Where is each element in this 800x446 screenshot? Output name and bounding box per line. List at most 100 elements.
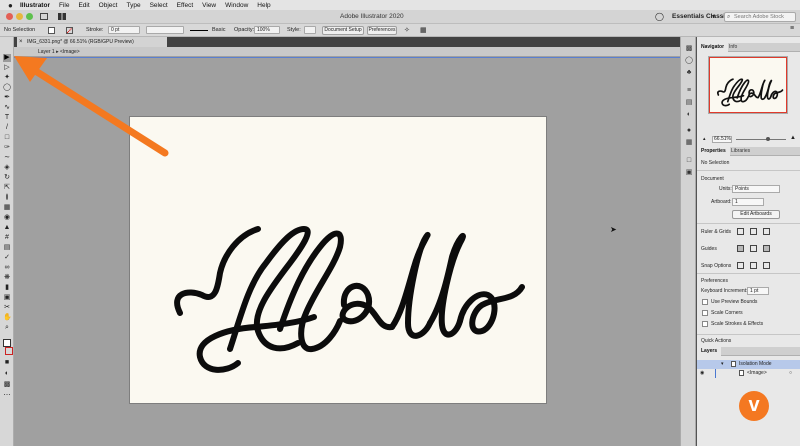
zoom-slider-thumb[interactable] xyxy=(766,137,770,141)
style-swatch[interactable] xyxy=(304,26,316,34)
edit-toolbar-icon[interactable]: ⋯ xyxy=(3,392,11,400)
document-tab[interactable]: × IMG_6331.png* @ 66.51% (RGB/GPU Previe… xyxy=(17,37,167,47)
tab-info[interactable]: Info xyxy=(725,43,741,52)
show-guides-icon[interactable] xyxy=(737,245,744,252)
stock-search-input[interactable]: ⌕ Search Adobe Stock xyxy=(724,12,796,22)
chevron-down-icon[interactable]: ▾ xyxy=(712,13,715,20)
layer-name[interactable]: <Image> xyxy=(747,369,767,378)
menu-select[interactable]: Select xyxy=(150,2,168,9)
paintbrush-tool-icon[interactable]: ✑ xyxy=(3,144,11,152)
scale-tool-icon[interactable]: ⇱ xyxy=(3,184,11,192)
layer-row[interactable]: ▾ Isolation Mode xyxy=(697,360,800,369)
symbols-panel-icon[interactable]: ♣ xyxy=(685,69,693,76)
stroke-swatch[interactable] xyxy=(66,27,73,34)
color-mode-icon[interactable]: ■ xyxy=(3,359,11,367)
tab-properties[interactable]: Properties xyxy=(697,147,730,156)
layer-arrow-icon[interactable]: ▾ xyxy=(721,360,724,369)
menu-object[interactable]: Object xyxy=(99,2,118,9)
brush-definition[interactable]: Basic xyxy=(212,27,225,33)
tab-layers[interactable]: Layers xyxy=(697,347,722,356)
close-tab-icon[interactable]: × xyxy=(19,37,23,47)
color-guide-icon[interactable]: ▦ xyxy=(685,139,693,146)
fill-color-icon[interactable] xyxy=(3,339,11,347)
canvas-area[interactable]: ➤ xyxy=(14,58,680,446)
breadcrumb-layer[interactable]: Layer 1 xyxy=(38,49,55,55)
home-icon[interactable] xyxy=(40,13,48,20)
tab-libraries[interactable]: Libraries xyxy=(727,147,754,156)
transparency-grid-icon[interactable] xyxy=(763,228,770,235)
breadcrumb-image[interactable]: <Image> xyxy=(60,49,80,55)
menu-view[interactable]: View xyxy=(202,2,216,9)
curvature-tool-icon[interactable]: ∿ xyxy=(3,104,11,112)
hand-tool-icon[interactable]: ✋ xyxy=(3,314,12,322)
target-icon[interactable]: ○ xyxy=(789,369,792,378)
menu-help[interactable]: Help xyxy=(257,2,270,9)
stroke-panel-icon[interactable]: ≡ xyxy=(685,87,693,94)
stroke-weight-field[interactable]: 0 pt xyxy=(108,26,140,34)
menu-illustrator[interactable]: Illustrator xyxy=(20,2,50,9)
menu-edit[interactable]: Edit xyxy=(78,2,89,9)
magic-wand-tool-icon[interactable]: ✦ xyxy=(3,74,11,82)
smart-guides-icon[interactable] xyxy=(763,245,770,252)
workspace-switcher[interactable]: Essentials Classic xyxy=(672,13,729,20)
preferences-button[interactable]: Preferences xyxy=(367,26,397,35)
arrange-documents-icon[interactable] xyxy=(58,13,66,20)
free-transform-tool-icon[interactable]: ▦ xyxy=(3,204,11,212)
eyedropper-tool-icon[interactable]: ✓ xyxy=(3,254,11,262)
type-tool-icon[interactable]: T xyxy=(3,114,11,122)
screen-mode-icon[interactable]: ▩ xyxy=(3,381,11,389)
drawing-mode-icon[interactable]: ◐ xyxy=(3,370,11,378)
libraries-panel-icon[interactable]: ▩ xyxy=(685,45,693,52)
line-tool-icon[interactable]: / xyxy=(3,124,11,132)
stroke-label[interactable]: Stroke: xyxy=(86,27,103,33)
rotate-tool-icon[interactable]: ↻ xyxy=(3,174,11,182)
minimize-window-button[interactable] xyxy=(16,13,23,20)
column-graph-tool-icon[interactable]: ▮ xyxy=(3,284,11,292)
document-setup-button[interactable]: Document Setup xyxy=(322,26,364,35)
snap-to-grid-icon[interactable] xyxy=(750,262,757,269)
align-icon[interactable]: ▦ xyxy=(420,26,427,34)
blend-tool-icon[interactable]: ∞ xyxy=(3,264,11,272)
shape-builder-tool-icon[interactable]: ◉ xyxy=(3,214,11,222)
navigator-view-box[interactable] xyxy=(709,57,787,113)
menu-type[interactable]: Type xyxy=(126,2,140,9)
gradient-panel-icon[interactable]: ▤ xyxy=(685,99,693,106)
transparency-panel-icon[interactable]: ◐ xyxy=(685,111,693,118)
snap-to-pixel-icon[interactable] xyxy=(763,262,770,269)
rectangle-tool-icon[interactable]: □ xyxy=(3,134,11,142)
perspective-grid-tool-icon[interactable]: ▲ xyxy=(3,224,11,232)
apple-icon[interactable]: ● xyxy=(8,1,20,10)
gradient-tool-icon[interactable]: ▤ xyxy=(3,244,11,252)
menu-window[interactable]: Window xyxy=(225,2,248,9)
lightbulb-icon[interactable]: ◯ xyxy=(655,12,664,21)
navigator-zoom-field[interactable]: 66.51% xyxy=(712,136,732,143)
close-window-button[interactable] xyxy=(6,13,13,20)
zoom-window-button[interactable] xyxy=(26,13,33,20)
tab-navigator[interactable]: Navigator xyxy=(697,43,729,52)
zoom-in-icon[interactable]: ▲ xyxy=(790,135,796,141)
layer-name[interactable]: Isolation Mode xyxy=(739,360,772,369)
fill-swatch[interactable] xyxy=(48,27,55,34)
cc-libraries-icon[interactable]: ◯ xyxy=(685,57,693,64)
lasso-tool-icon[interactable]: ◯ xyxy=(3,84,11,92)
grid-icon[interactable] xyxy=(750,228,757,235)
mesh-tool-icon[interactable]: # xyxy=(3,234,11,242)
rulers-icon[interactable] xyxy=(737,228,744,235)
snap-to-point-icon[interactable] xyxy=(737,262,744,269)
zoom-tool-icon[interactable]: ⌕ xyxy=(3,324,11,332)
zoom-slider-track[interactable] xyxy=(736,139,786,140)
symbol-sprayer-tool-icon[interactable]: ❋ xyxy=(3,274,11,282)
keyboard-increment-field[interactable]: 1 pt xyxy=(747,287,769,295)
appearance-panel-icon[interactable]: □ xyxy=(685,157,693,164)
color-panel-icon[interactable]: ● xyxy=(685,127,693,134)
zoom-out-icon[interactable]: ▴ xyxy=(703,136,706,142)
scale-strokes-checkbox[interactable] xyxy=(702,321,708,327)
edit-artboards-button[interactable]: Edit Artboards xyxy=(732,210,780,219)
stroke-color-icon[interactable] xyxy=(5,347,13,355)
width-tool-icon[interactable]: ≬ xyxy=(3,194,11,202)
transform-icon[interactable]: ✧ xyxy=(404,26,410,34)
lock-guides-icon[interactable] xyxy=(750,245,757,252)
shaper-tool-icon[interactable]: ∼ xyxy=(3,154,11,162)
opacity-field[interactable]: 100% xyxy=(254,26,280,34)
artboard-select[interactable]: 1 xyxy=(732,198,764,206)
